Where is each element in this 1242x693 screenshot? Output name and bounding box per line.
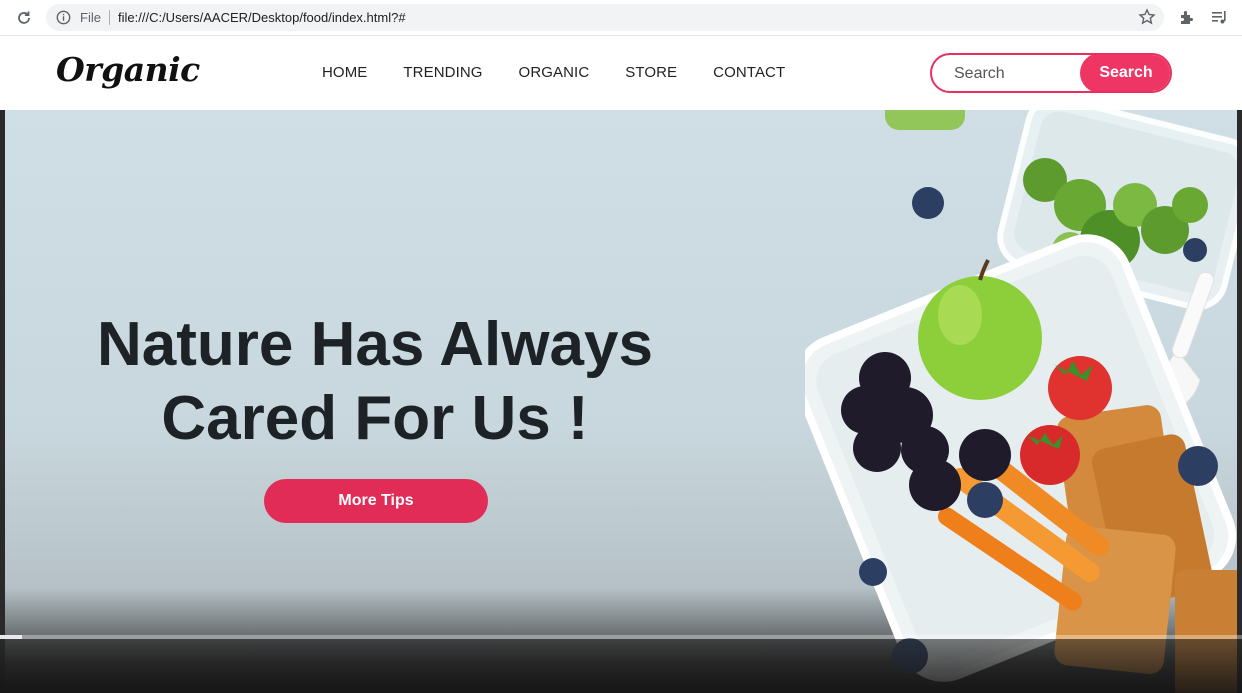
info-icon[interactable] (56, 10, 71, 25)
right-frame-edge (1237, 110, 1242, 693)
search-form: Search (930, 53, 1172, 93)
address-bar[interactable]: File file:///C:/Users/AACER/Desktop/food… (46, 4, 1164, 31)
nav-home[interactable]: HOME (322, 64, 367, 81)
nav-organic[interactable]: ORGANIC (519, 64, 590, 81)
nav-trending[interactable]: TRENDING (403, 64, 482, 81)
hero-section: Nature Has Always Cared For Us ! More Ti… (5, 110, 1237, 693)
file-scheme-label: File (80, 10, 101, 25)
browser-toolbar: File file:///C:/Users/AACER/Desktop/food… (0, 0, 1242, 36)
reload-icon[interactable] (14, 8, 34, 28)
bookmark-star-icon[interactable] (1138, 8, 1156, 26)
more-tips-button[interactable]: More Tips (264, 479, 488, 523)
site-logo[interactable]: Organic (56, 50, 200, 89)
video-overlay-shade (0, 639, 1242, 693)
extensions-icon[interactable] (1178, 8, 1196, 26)
hero-headline-line1: Nature Has Always (97, 310, 653, 379)
hero-headline-line2: Cared For Us ! (161, 384, 589, 453)
omnibox-divider (109, 10, 110, 25)
site-header: Organic HOME TRENDING ORGANIC STORE CONT… (0, 36, 1242, 110)
nav-store[interactable]: STORE (625, 64, 677, 81)
nav-contact[interactable]: CONTACT (713, 64, 785, 81)
main-nav: HOME TRENDING ORGANIC STORE CONTACT (322, 64, 821, 81)
lunchbox-food-image (805, 110, 1237, 693)
url-text[interactable]: file:///C:/Users/AACER/Desktop/food/inde… (118, 10, 406, 25)
media-controls-icon[interactable] (1210, 8, 1228, 26)
hero-headline: Nature Has Always Cared For Us ! (5, 308, 745, 456)
search-button[interactable]: Search (1080, 55, 1170, 91)
search-input[interactable] (954, 63, 1084, 85)
